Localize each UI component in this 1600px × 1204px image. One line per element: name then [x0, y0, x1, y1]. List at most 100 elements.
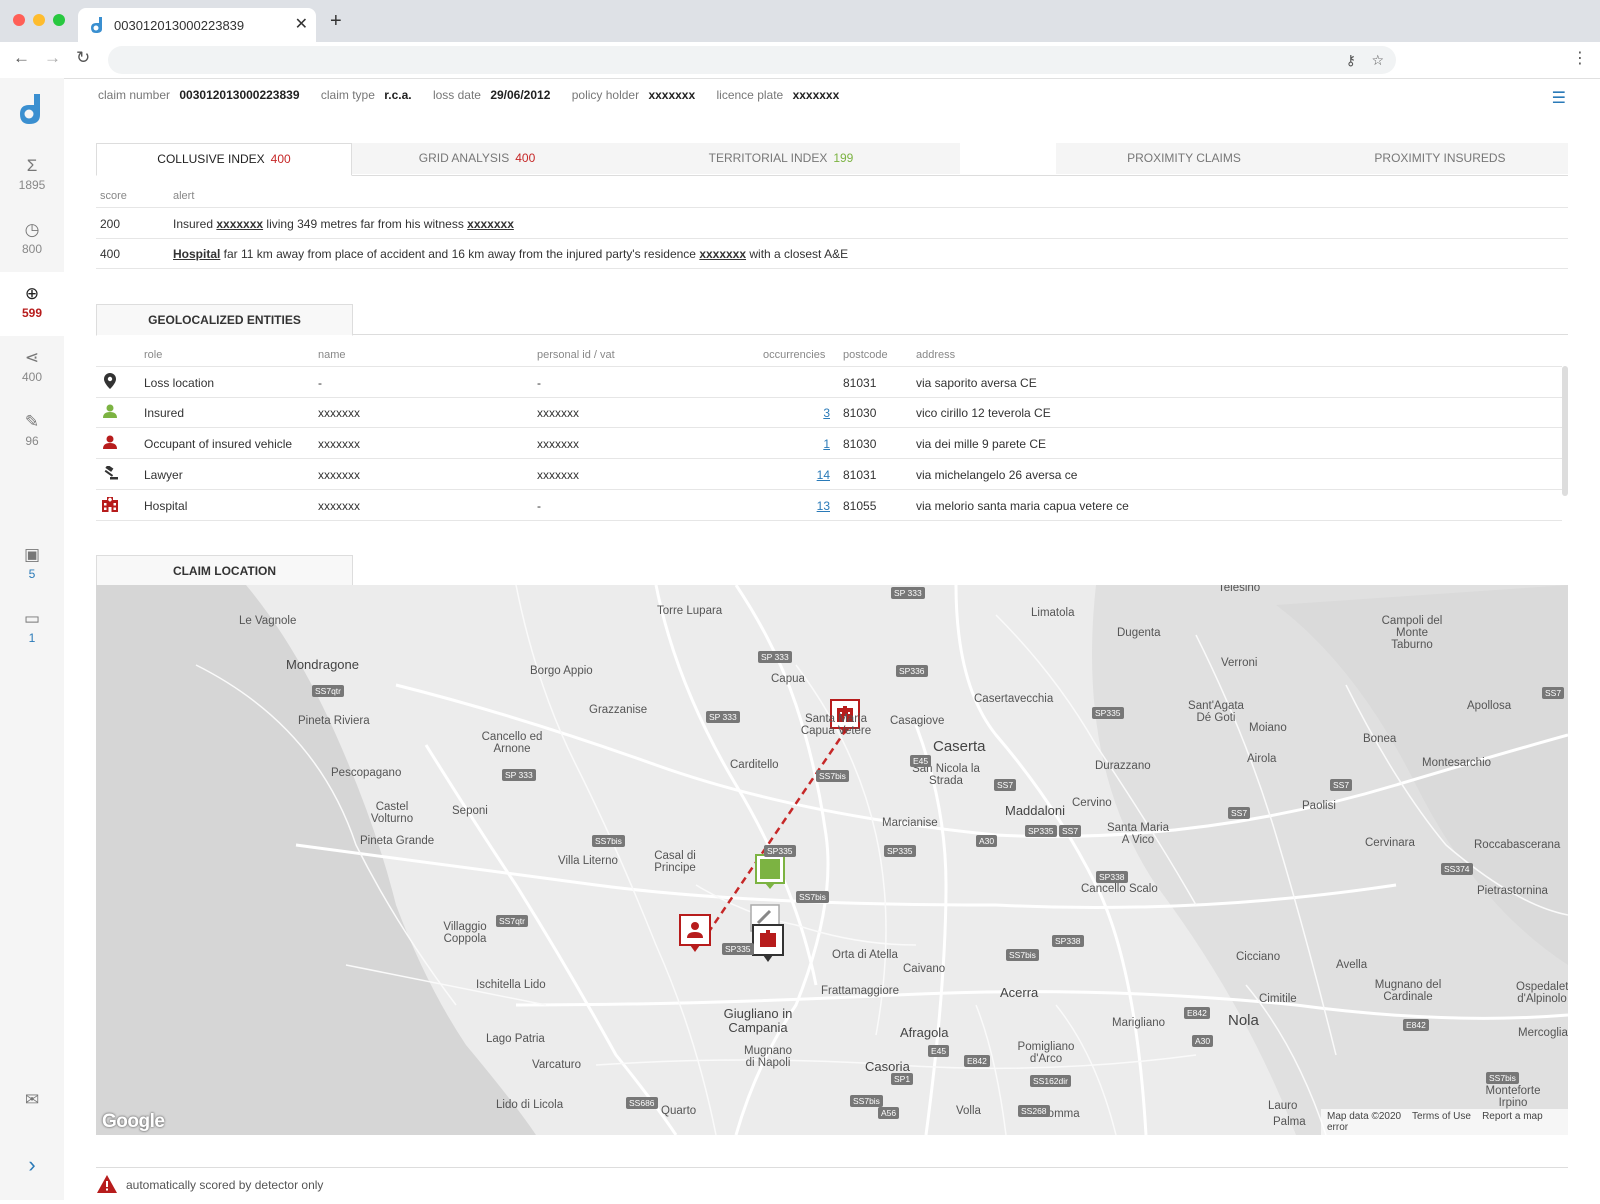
magic-wand-icon: ✎ — [24, 412, 40, 431]
minimize-window-button[interactable] — [33, 14, 45, 26]
new-tab-button[interactable]: + — [330, 10, 342, 33]
claim-location-map[interactable]: Telesino Le Vagnole Torre Lupara Limatol… — [96, 585, 1568, 1135]
occurrencies-link[interactable]: 1 — [823, 437, 830, 451]
claim-type-label: claim type — [320, 88, 375, 102]
entity-postcode: 81030 — [843, 406, 877, 420]
table-row[interactable]: Hospital xxxxxxx - 13 81055 via melorio … — [96, 490, 1562, 521]
sidebar-item-territorial[interactable]: ⊕ 599 — [0, 272, 64, 336]
map-place-label: Sant'Agata Dé Goti — [1188, 700, 1244, 724]
tab-proximity-insureds[interactable]: PROXIMITY INSUREDS — [1312, 143, 1568, 174]
claim-type-value: r.c.a. — [384, 88, 412, 102]
browser-tab-bar: 003012013000223839 ✕ + — [0, 0, 1600, 42]
alert-link[interactable]: xxxxxxx — [699, 247, 746, 261]
app-logo-icon[interactable] — [18, 94, 44, 124]
alert-link[interactable]: xxxxxxx — [216, 217, 263, 231]
entity-name: xxxxxxx — [318, 468, 360, 482]
alert-link[interactable]: xxxxxxx — [467, 217, 514, 231]
table-row[interactable]: Occupant of insured vehicle xxxxxxx xxxx… — [96, 428, 1562, 459]
star-icon[interactable]: ☆ — [1371, 52, 1384, 69]
map-place-label: Varcaturo — [532, 1059, 582, 1071]
close-window-button[interactable] — [13, 14, 25, 26]
table-row[interactable]: Insured xxxxxxx xxxxxxx 3 81030 vico cir… — [96, 397, 1562, 428]
tab-label: TERRITORIAL INDEX — [708, 151, 828, 165]
sidebar-item-mail[interactable]: ✉ — [0, 1078, 64, 1142]
chevron-right-icon: › — [28, 1152, 36, 1177]
map-place-label: Villa Literno — [558, 855, 618, 867]
tab-label: PROXIMITY INSUREDS — [1374, 151, 1506, 165]
map-place-label: Moiano — [1249, 722, 1287, 734]
sidebar-item-total-score[interactable]: Σ 1895 — [0, 144, 64, 208]
road-shield: SS7bis — [816, 770, 849, 782]
address-bar[interactable]: ⚷ ☆ — [108, 46, 1396, 74]
app-favicon-icon — [91, 17, 102, 33]
alert-text: Hospital far 11 km away from place of ac… — [173, 247, 848, 261]
road-shield: SS7 — [1228, 807, 1251, 819]
alert-link[interactable]: Hospital — [173, 247, 220, 261]
tab-grid-analysis[interactable]: GRID ANALYSIS 400 — [352, 143, 602, 174]
entity-address: via saporito aversa CE — [916, 376, 1037, 390]
road-shield: SS7 — [994, 779, 1017, 791]
sidebar-item-folder[interactable]: ▭ 1 — [0, 597, 64, 661]
table-scrollbar[interactable] — [1562, 366, 1568, 496]
key-icon[interactable]: ⚷ — [1346, 52, 1356, 69]
table-row[interactable]: Lawyer xxxxxxx xxxxxxx 14 81031 via mich… — [96, 459, 1562, 490]
entity-name: xxxxxxx — [318, 499, 360, 513]
forward-arrow-icon[interactable]: → — [44, 48, 61, 68]
map-place-label: Dugenta — [1117, 627, 1161, 639]
map-place-label: Campoli del Monte Taburno — [1381, 615, 1443, 651]
road-shield: A56 — [878, 1107, 900, 1119]
map-place-label: Cancello Scalo — [1081, 883, 1158, 895]
map-place-label: Caserta — [933, 738, 986, 755]
map-place-label: Cicciano — [1236, 951, 1281, 963]
column-header-occurrencies: occurrencies — [763, 349, 826, 361]
folder-icon: ▭ — [23, 609, 41, 628]
road-shield: SP335 — [1092, 707, 1124, 719]
terms-of-use-link[interactable]: Terms of Use — [1412, 1111, 1471, 1122]
person-green-icon — [103, 404, 117, 421]
claim-number-label: claim number — [98, 88, 171, 102]
map-place-label: Bonea — [1363, 733, 1397, 745]
alert-text-part: Insured — [173, 217, 217, 231]
sidebar-item-speedometer[interactable]: ◷ 800 — [0, 208, 64, 272]
tab-collusive-index[interactable]: COLLUSIVE INDEX 400 — [96, 143, 352, 176]
occurrencies-link[interactable]: 3 — [823, 406, 830, 420]
tab-proximity-claims[interactable]: PROXIMITY CLAIMS — [1056, 143, 1312, 174]
browser-menu-icon[interactable]: ⋮ — [1572, 48, 1588, 68]
sidebar-count: 800 — [21, 242, 43, 256]
footer-divider — [96, 1167, 1568, 1168]
table-row[interactable]: Loss location - - 81031 via saporito ave… — [96, 366, 1562, 398]
occurrencies-link[interactable]: 13 — [817, 499, 830, 513]
hamburger-menu-icon[interactable]: ☰ — [1552, 88, 1566, 108]
maximize-window-button[interactable] — [53, 14, 65, 26]
sidebar-expand[interactable]: › — [0, 1140, 64, 1204]
occurrencies-link[interactable]: 14 — [817, 468, 830, 482]
browser-tab[interactable]: 003012013000223839 ✕ — [78, 8, 316, 42]
tab-territorial-index[interactable]: TERRITORIAL INDEX 199 — [602, 143, 960, 174]
map-place-label: Mercogliano — [1518, 1027, 1568, 1039]
entity-postcode: 81030 — [843, 437, 877, 451]
sidebar-item-tasks[interactable]: ▣ 5 — [0, 533, 64, 597]
entity-role: Loss location — [144, 376, 215, 390]
reload-icon[interactable]: ↻ — [76, 48, 90, 68]
sidebar-count: 5 — [28, 567, 36, 581]
sidebar-item-magic[interactable]: ✎ 96 — [0, 400, 64, 464]
sidebar-item-network[interactable]: ⋖ 400 — [0, 336, 64, 400]
road-shield: SS268 — [1018, 1105, 1050, 1117]
map-place-label: Le Vagnole — [239, 615, 297, 627]
map-place-label: Paolisi — [1302, 800, 1336, 812]
road-shield: SP1 — [891, 1073, 914, 1085]
road-shield: SP335 — [764, 845, 796, 857]
section-title-claim-location: CLAIM LOCATION — [96, 555, 353, 587]
map-place-label: Mondragone — [286, 657, 359, 672]
back-arrow-icon[interactable]: ← — [13, 48, 30, 68]
entity-role: Occupant of insured vehicle — [144, 437, 293, 451]
insured-marker-icon — [755, 854, 785, 889]
map-place-label: Torre Lupara — [657, 605, 723, 617]
close-tab-icon[interactable]: ✕ — [295, 14, 308, 34]
tab-label: COLLUSIVE INDEX — [157, 152, 265, 166]
sidebar: Σ 1895 ◷ 800 ⊕ 599 ⋖ 400 ✎ 96 ▣ 5 ▭ 1 ✉ … — [0, 78, 64, 1200]
map-place-label: Durazzano — [1095, 760, 1151, 772]
person-red-icon — [103, 435, 117, 452]
entity-address: via melorio santa maria capua vetere ce — [916, 499, 1129, 513]
map-place-label: Mugnano del Cardinale — [1374, 979, 1442, 1003]
